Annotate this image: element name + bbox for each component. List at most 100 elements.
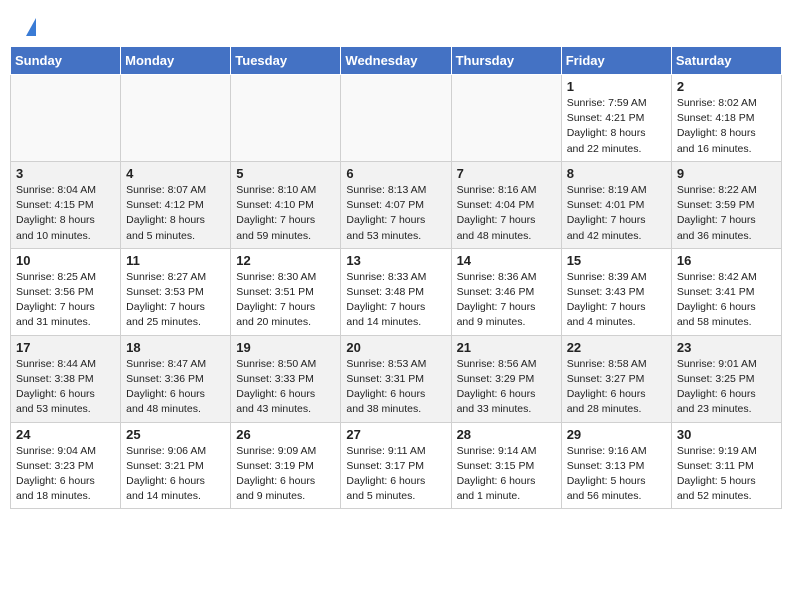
day-info: Sunrise: 8:02 AM Sunset: 4:18 PM Dayligh… xyxy=(677,96,776,157)
day-info: Sunrise: 8:27 AM Sunset: 3:53 PM Dayligh… xyxy=(126,270,225,331)
calendar-cell: 26 Sunrise: 9:09 AM Sunset: 3:19 PM Dayli… xyxy=(231,422,341,509)
day-info: Sunrise: 8:39 AM Sunset: 3:43 PM Dayligh… xyxy=(567,270,666,331)
calendar-cell: 30Sunrise: 9:19 AM Sunset: 3:11 PM Dayli… xyxy=(671,422,781,509)
day-number: 23 xyxy=(677,340,776,355)
day-info: Sunrise: 9:01 AM Sunset: 3:25 PM Dayligh… xyxy=(677,357,776,418)
weekday-header-tuesday: Tuesday xyxy=(231,47,341,75)
day-info: Sunrise: 9:09 AM Sunset: 3:19 PM Dayligh… xyxy=(236,444,335,505)
day-number: 15 xyxy=(567,253,666,268)
day-number: 18 xyxy=(126,340,225,355)
calendar-cell: 4 Sunrise: 8:07 AM Sunset: 4:12 PM Daylig… xyxy=(121,161,231,248)
calendar-cell: 23 Sunrise: 9:01 AM Sunset: 3:25 PM Dayli… xyxy=(671,335,781,422)
calendar-cell: 24Sunrise: 9:04 AM Sunset: 3:23 PM Dayli… xyxy=(11,422,121,509)
weekday-header-sunday: Sunday xyxy=(11,47,121,75)
calendar-week-row: 10Sunrise: 8:25 AM Sunset: 3:56 PM Dayli… xyxy=(11,248,782,335)
day-number: 21 xyxy=(457,340,556,355)
day-info: Sunrise: 9:16 AM Sunset: 3:13 PM Dayligh… xyxy=(567,444,666,505)
calendar-cell: 20 Sunrise: 8:53 AM Sunset: 3:31 PM Dayli… xyxy=(341,335,451,422)
day-info: Sunrise: 9:06 AM Sunset: 3:21 PM Dayligh… xyxy=(126,444,225,505)
day-number: 17 xyxy=(16,340,115,355)
day-number: 19 xyxy=(236,340,335,355)
day-info: Sunrise: 8:53 AM Sunset: 3:31 PM Dayligh… xyxy=(346,357,445,418)
day-number: 25 xyxy=(126,427,225,442)
calendar-cell: 25 Sunrise: 9:06 AM Sunset: 3:21 PM Dayli… xyxy=(121,422,231,509)
day-number: 22 xyxy=(567,340,666,355)
day-info: Sunrise: 8:33 AM Sunset: 3:48 PM Dayligh… xyxy=(346,270,445,331)
page-header xyxy=(0,0,792,46)
calendar-cell: 21 Sunrise: 8:56 AM Sunset: 3:29 PM Dayli… xyxy=(451,335,561,422)
day-info: Sunrise: 8:36 AM Sunset: 3:46 PM Dayligh… xyxy=(457,270,556,331)
calendar-cell: 19 Sunrise: 8:50 AM Sunset: 3:33 PM Dayli… xyxy=(231,335,341,422)
day-info: Sunrise: 8:10 AM Sunset: 4:10 PM Dayligh… xyxy=(236,183,335,244)
calendar-header: SundayMondayTuesdayWednesdayThursdayFrid… xyxy=(11,47,782,75)
day-number: 2 xyxy=(677,79,776,94)
calendar-cell: 15 Sunrise: 8:39 AM Sunset: 3:43 PM Dayli… xyxy=(561,248,671,335)
calendar-cell: 16 Sunrise: 8:42 AM Sunset: 3:41 PM Dayli… xyxy=(671,248,781,335)
day-number: 5 xyxy=(236,166,335,181)
logo-triangle-icon xyxy=(26,18,36,36)
day-number: 13 xyxy=(346,253,445,268)
day-number: 30 xyxy=(677,427,776,442)
day-number: 1 xyxy=(567,79,666,94)
day-number: 11 xyxy=(126,253,225,268)
day-info: Sunrise: 8:44 AM Sunset: 3:38 PM Dayligh… xyxy=(16,357,115,418)
calendar-week-row: 24Sunrise: 9:04 AM Sunset: 3:23 PM Dayli… xyxy=(11,422,782,509)
day-number: 4 xyxy=(126,166,225,181)
weekday-header-monday: Monday xyxy=(121,47,231,75)
calendar-cell: 5 Sunrise: 8:10 AM Sunset: 4:10 PM Daylig… xyxy=(231,161,341,248)
weekday-header-friday: Friday xyxy=(561,47,671,75)
day-number: 9 xyxy=(677,166,776,181)
day-number: 12 xyxy=(236,253,335,268)
calendar-cell: 13 Sunrise: 8:33 AM Sunset: 3:48 PM Dayli… xyxy=(341,248,451,335)
day-info: Sunrise: 8:07 AM Sunset: 4:12 PM Dayligh… xyxy=(126,183,225,244)
day-info: Sunrise: 8:58 AM Sunset: 3:27 PM Dayligh… xyxy=(567,357,666,418)
calendar-cell xyxy=(121,75,231,162)
logo xyxy=(24,18,36,38)
day-number: 7 xyxy=(457,166,556,181)
day-number: 10 xyxy=(16,253,115,268)
weekday-header-thursday: Thursday xyxy=(451,47,561,75)
calendar-cell: 12 Sunrise: 8:30 AM Sunset: 3:51 PM Dayli… xyxy=(231,248,341,335)
weekday-header-saturday: Saturday xyxy=(671,47,781,75)
day-info: Sunrise: 8:30 AM Sunset: 3:51 PM Dayligh… xyxy=(236,270,335,331)
calendar-cell xyxy=(341,75,451,162)
calendar-cell: 6 Sunrise: 8:13 AM Sunset: 4:07 PM Daylig… xyxy=(341,161,451,248)
calendar-cell: 10Sunrise: 8:25 AM Sunset: 3:56 PM Dayli… xyxy=(11,248,121,335)
day-info: Sunrise: 8:22 AM Sunset: 3:59 PM Dayligh… xyxy=(677,183,776,244)
calendar-cell: 1 Sunrise: 7:59 AM Sunset: 4:21 PM Daylig… xyxy=(561,75,671,162)
calendar-week-row: 1 Sunrise: 7:59 AM Sunset: 4:21 PM Daylig… xyxy=(11,75,782,162)
calendar-cell: 29Sunrise: 9:16 AM Sunset: 3:13 PM Dayli… xyxy=(561,422,671,509)
day-info: Sunrise: 8:47 AM Sunset: 3:36 PM Dayligh… xyxy=(126,357,225,418)
day-info: Sunrise: 8:56 AM Sunset: 3:29 PM Dayligh… xyxy=(457,357,556,418)
calendar-cell: 8Sunrise: 8:19 AM Sunset: 4:01 PM Daylig… xyxy=(561,161,671,248)
day-info: Sunrise: 7:59 AM Sunset: 4:21 PM Dayligh… xyxy=(567,96,666,157)
day-number: 14 xyxy=(457,253,556,268)
day-info: Sunrise: 9:14 AM Sunset: 3:15 PM Dayligh… xyxy=(457,444,556,505)
calendar-cell xyxy=(451,75,561,162)
day-number: 28 xyxy=(457,427,556,442)
calendar-cell: 22 Sunrise: 8:58 AM Sunset: 3:27 PM Dayli… xyxy=(561,335,671,422)
weekday-header-wednesday: Wednesday xyxy=(341,47,451,75)
day-info: Sunrise: 8:19 AM Sunset: 4:01 PM Dayligh… xyxy=(567,183,666,244)
calendar-week-row: 3Sunrise: 8:04 AM Sunset: 4:15 PM Daylig… xyxy=(11,161,782,248)
day-info: Sunrise: 9:04 AM Sunset: 3:23 PM Dayligh… xyxy=(16,444,115,505)
day-number: 27 xyxy=(346,427,445,442)
day-number: 26 xyxy=(236,427,335,442)
day-info: Sunrise: 8:16 AM Sunset: 4:04 PM Dayligh… xyxy=(457,183,556,244)
day-info: Sunrise: 8:04 AM Sunset: 4:15 PM Dayligh… xyxy=(16,183,115,244)
calendar-cell: 17 Sunrise: 8:44 AM Sunset: 3:38 PM Dayli… xyxy=(11,335,121,422)
calendar-wrapper: SundayMondayTuesdayWednesdayThursdayFrid… xyxy=(0,46,792,519)
day-number: 6 xyxy=(346,166,445,181)
day-info: Sunrise: 8:42 AM Sunset: 3:41 PM Dayligh… xyxy=(677,270,776,331)
day-number: 16 xyxy=(677,253,776,268)
calendar-cell: 14 Sunrise: 8:36 AM Sunset: 3:46 PM Dayli… xyxy=(451,248,561,335)
calendar-cell: 18 Sunrise: 8:47 AM Sunset: 3:36 PM Dayli… xyxy=(121,335,231,422)
calendar-cell: 3Sunrise: 8:04 AM Sunset: 4:15 PM Daylig… xyxy=(11,161,121,248)
calendar-cell: 11 Sunrise: 8:27 AM Sunset: 3:53 PM Dayli… xyxy=(121,248,231,335)
day-number: 20 xyxy=(346,340,445,355)
calendar-body: 1 Sunrise: 7:59 AM Sunset: 4:21 PM Daylig… xyxy=(11,75,782,509)
calendar-table: SundayMondayTuesdayWednesdayThursdayFrid… xyxy=(10,46,782,509)
calendar-cell xyxy=(11,75,121,162)
day-info: Sunrise: 8:13 AM Sunset: 4:07 PM Dayligh… xyxy=(346,183,445,244)
day-info: Sunrise: 8:50 AM Sunset: 3:33 PM Dayligh… xyxy=(236,357,335,418)
